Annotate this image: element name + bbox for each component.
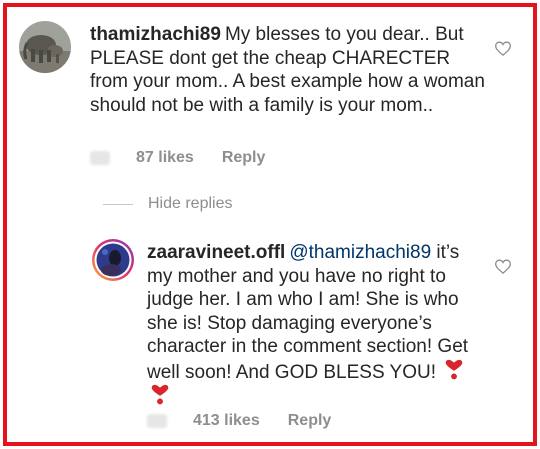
blurred-timestamp bbox=[90, 151, 110, 165]
blurred-timestamp bbox=[147, 414, 167, 428]
hide-replies-toggle[interactable]: Hide replies bbox=[103, 195, 232, 213]
avatar[interactable] bbox=[19, 21, 71, 73]
reply-button[interactable]: Reply bbox=[288, 412, 332, 430]
story-ring-avatar-image bbox=[92, 239, 134, 281]
likes-count[interactable]: 87 likes bbox=[136, 149, 194, 167]
comment-meta: 87 likes Reply bbox=[90, 149, 265, 167]
comment-username[interactable]: thamizhachi89 bbox=[90, 24, 221, 45]
divider-line bbox=[103, 203, 133, 205]
likes-count[interactable]: 413 likes bbox=[193, 412, 260, 430]
like-heart-icon[interactable] bbox=[495, 41, 511, 56]
reply-text: it’s my mother and you have no right to … bbox=[147, 242, 469, 383]
reply-meta: 413 likes Reply bbox=[147, 412, 331, 430]
comment-body: thamizhachi89 My blesses to you dear.. Bu… bbox=[90, 23, 485, 117]
like-heart-icon[interactable] bbox=[495, 259, 511, 274]
heart-exclamation-emoji-icon bbox=[151, 384, 169, 405]
hide-replies-label: Hide replies bbox=[148, 195, 233, 212]
reply-button[interactable]: Reply bbox=[222, 149, 266, 167]
heart-exclamation-emoji-icon bbox=[446, 359, 463, 379]
avatar[interactable] bbox=[91, 238, 135, 282]
reply-body: zaaravineet.offl @thamizhachi89 it’s my m… bbox=[147, 241, 487, 410]
reply-username[interactable]: zaaravineet.offl bbox=[147, 242, 285, 263]
elephant-avatar-image bbox=[19, 21, 71, 73]
reply-mention-link[interactable]: @thamizhachi89 bbox=[289, 242, 431, 263]
